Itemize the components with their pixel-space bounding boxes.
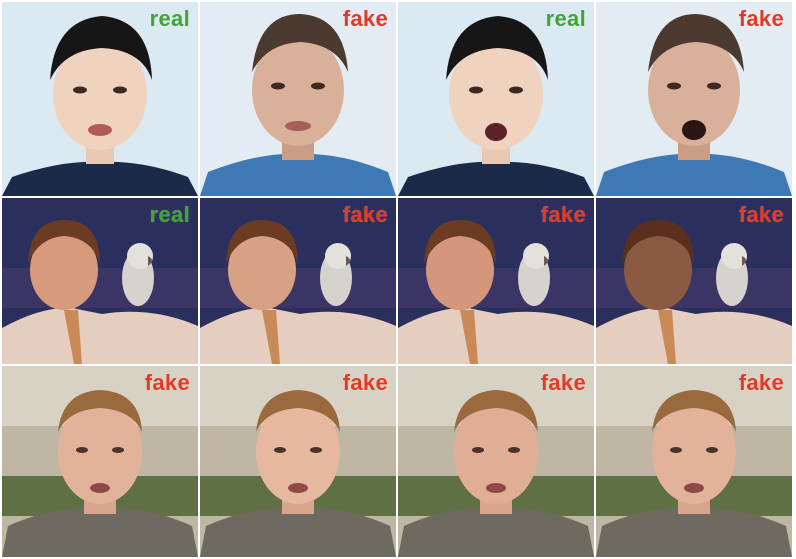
verdict-label: real — [149, 202, 190, 227]
verdict-label: fake — [342, 6, 388, 31]
tile-r3-c2: fake — [200, 366, 396, 557]
tile-r2-c1: real — [2, 198, 198, 364]
tile-r1-c2: fake — [200, 2, 396, 196]
verdict-label: fake — [738, 370, 784, 395]
verdict-label: fake — [738, 202, 784, 227]
verdict-label: real — [149, 6, 190, 31]
verdict-label: fake — [342, 202, 388, 227]
tile-r3-c1: fake — [2, 366, 198, 557]
tile-r1-c3: real — [398, 2, 594, 196]
tile-r1-c4: fake — [596, 2, 792, 196]
verdict-label: fake — [144, 370, 190, 395]
tile-r2-c3: fake — [398, 198, 594, 364]
tile-r2-c2: fake — [200, 198, 396, 364]
verdict-label: fake — [540, 202, 586, 227]
tile-r2-c4: fake — [596, 198, 792, 364]
tile-r3-c3: fake — [398, 366, 594, 557]
image-grid: real fake real fake real fake fake fake … — [2, 2, 794, 557]
verdict-label: real — [545, 6, 586, 31]
verdict-label: fake — [342, 370, 388, 395]
tile-r1-c1: real — [2, 2, 198, 196]
tile-r3-c4: fake — [596, 366, 792, 557]
verdict-label: fake — [738, 6, 784, 31]
verdict-label: fake — [540, 370, 586, 395]
